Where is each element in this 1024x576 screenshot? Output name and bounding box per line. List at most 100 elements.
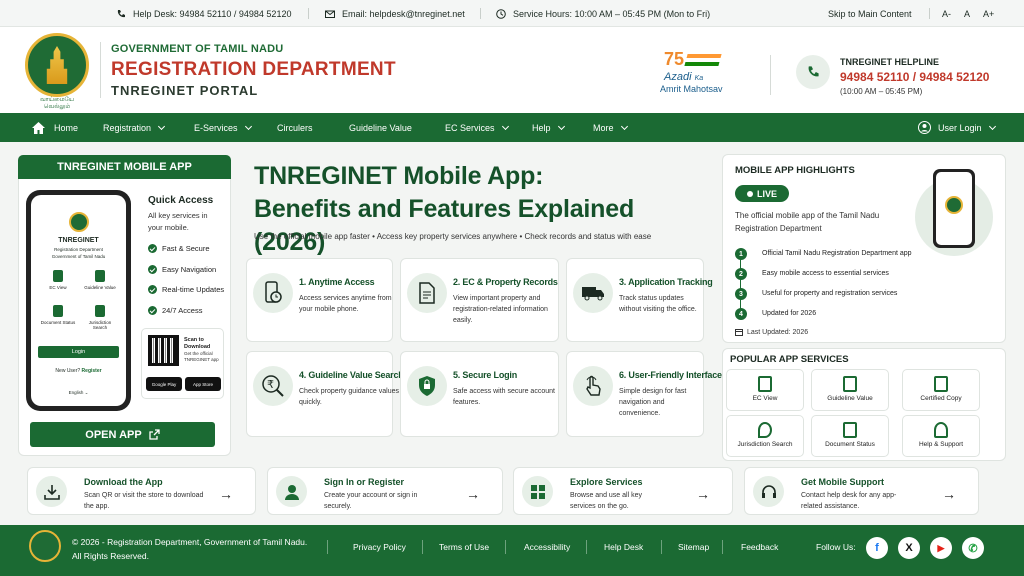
- headset-icon: [934, 422, 948, 438]
- highlight-item: Easy mobile access to essential services: [762, 270, 889, 277]
- service-jurisdiction-search[interactable]: Jurisdiction Search: [726, 415, 804, 457]
- service-guideline-value[interactable]: Guideline Value: [811, 369, 889, 411]
- action-mobile-support[interactable]: Get Mobile Support Contact help desk for …: [744, 467, 979, 515]
- quick-access-item: Real-time Updates: [148, 285, 224, 294]
- arrow-right-icon: →: [696, 486, 710, 502]
- action-sign-in-register[interactable]: Sign In or Register Create your account o…: [267, 467, 503, 515]
- mail-icon: [325, 10, 335, 18]
- nav-ec-services[interactable]: EC Services: [445, 113, 509, 142]
- facebook-icon[interactable]: f: [866, 537, 888, 559]
- helpline-numbers[interactable]: 94984 52110 / 94984 52120: [840, 70, 989, 84]
- phone-emblem-icon: [69, 212, 89, 232]
- footer-link-sitemap[interactable]: Sitemap: [678, 542, 709, 552]
- user-icon: [918, 121, 931, 134]
- government-label: GOVERNMENT OF TAMIL NADU: [111, 43, 284, 55]
- nav-circulers[interactable]: Circulers: [277, 113, 313, 142]
- quick-access-title: Quick Access: [148, 195, 214, 206]
- live-badge: LIVE: [735, 185, 789, 202]
- service-help-support[interactable]: Help & Support: [902, 415, 980, 457]
- phone-illustration: [933, 169, 975, 248]
- footer-link-terms[interactable]: Terms of Use: [439, 542, 489, 552]
- service-certified-copy[interactable]: Certified Copy: [902, 369, 980, 411]
- font-increase-button[interactable]: A+: [983, 0, 994, 27]
- site-footer: © 2026 - Registration Department, Govern…: [0, 525, 1024, 576]
- footer-emblem: [29, 530, 61, 562]
- qr-download-box: Scan to Download Get the official TNREGI…: [141, 328, 224, 399]
- grid-icon: [522, 476, 553, 507]
- action-explore-services[interactable]: Explore Services Browse and use all key s…: [513, 467, 733, 515]
- feature-card-application-tracking[interactable]: 3. Application Tracking Track status upda…: [566, 258, 713, 342]
- phone-mockup: TNREGINET Registration Department Govern…: [26, 190, 131, 411]
- footer-link-helpdesk[interactable]: Help Desk: [604, 542, 643, 552]
- tamil-nadu-emblem[interactable]: [25, 33, 89, 97]
- tap-hand-icon: [573, 366, 613, 406]
- shield-lock-icon: [407, 366, 447, 406]
- main-navigation: Home Registration E-Services Circulers G…: [0, 113, 1024, 142]
- nav-eservices[interactable]: E-Services: [194, 113, 252, 142]
- highlight-item: Updated for 2026: [762, 310, 817, 317]
- chevron-down-icon: [244, 122, 252, 130]
- font-normal-button[interactable]: A: [964, 0, 970, 27]
- google-play-badge[interactable]: Google Play: [146, 377, 182, 391]
- service-ec-view[interactable]: EC View: [726, 369, 804, 411]
- phone-icon: [117, 9, 125, 17]
- email-text[interactable]: Email: helpdesk@tnreginet.net: [342, 9, 465, 19]
- certificate-icon: [934, 376, 948, 392]
- open-app-button[interactable]: OPEN APP: [30, 422, 215, 447]
- helpline-title: TNREGINET HELPLINE: [840, 57, 940, 67]
- feature-card-secure-login[interactable]: 5. Secure Login Safe access with secure a…: [400, 351, 559, 437]
- follow-us-label: Follow Us:: [816, 542, 856, 552]
- footer-link-privacy[interactable]: Privacy Policy: [353, 542, 406, 552]
- phone-ec-view: EC View: [39, 267, 77, 297]
- arrow-right-icon: →: [942, 486, 956, 502]
- user-login-button[interactable]: User Login: [918, 113, 996, 142]
- svg-text:₹: ₹: [267, 378, 274, 391]
- step-number: 1: [735, 248, 747, 260]
- phone-document-status: Document Status: [39, 302, 77, 332]
- nav-home[interactable]: Home: [32, 113, 78, 142]
- nav-guideline-value[interactable]: Guideline Value: [349, 113, 412, 142]
- rights-reserved: All Rights Reserved.: [72, 551, 150, 561]
- document-icon: [758, 376, 772, 392]
- house-rupee-icon: [843, 376, 857, 392]
- feature-card-anytime-access[interactable]: 1. Anytime Access Access services anytime…: [246, 258, 393, 342]
- x-twitter-icon[interactable]: X: [898, 537, 920, 559]
- action-download-app[interactable]: Download the App Scan QR or visit the sto…: [27, 467, 256, 515]
- site-header: வாய்மையே வெல்லும் GOVERNMENT OF TAMIL NA…: [0, 27, 1024, 113]
- feature-card-guideline-value-search[interactable]: ₹ 4. Guideline Value Search Check propert…: [246, 351, 404, 437]
- page-title: TNREGINET Mobile App: Benefits and Featur…: [254, 162, 635, 256]
- copyright: © 2026 - Registration Department, Govern…: [72, 537, 308, 547]
- feature-card-ec-property-records[interactable]: 2. EC & Property Records View important p…: [400, 258, 559, 342]
- last-updated: Last Updated: 2026: [735, 328, 808, 336]
- footer-link-accessibility[interactable]: Accessibility: [524, 542, 570, 552]
- highlights-title: MOBILE APP HIGHLIGHTS: [735, 165, 855, 176]
- check-icon: [148, 265, 157, 274]
- quick-access-item: Fast & Secure: [148, 244, 210, 253]
- azadi-ka-amrit-mahotsav-logo: 75 Azadi Ka Amrit Mahotsav: [660, 49, 723, 94]
- nav-more[interactable]: More: [593, 113, 628, 142]
- email-info: Email: helpdesk@tnreginet.net: [325, 0, 465, 27]
- hours-info: Service Hours: 10:00 AM – 05:45 PM (Mon …: [496, 0, 710, 27]
- delivery-truck-icon: [573, 273, 613, 313]
- arrow-right-icon: →: [219, 486, 233, 502]
- service-document-status[interactable]: Document Status: [811, 415, 889, 457]
- location-pin-icon: [758, 422, 772, 438]
- feature-card-user-friendly-interface[interactable]: 6. User-Friendly Interface Simple design …: [566, 351, 722, 437]
- font-decrease-button[interactable]: A-: [942, 0, 951, 27]
- app-store-badge[interactable]: App Store: [185, 377, 221, 391]
- department-title: REGISTRATION DEPARTMENT: [111, 59, 396, 80]
- nav-help[interactable]: Help: [532, 113, 565, 142]
- chevron-down-icon: [557, 122, 565, 130]
- nav-registration[interactable]: Registration: [103, 113, 166, 142]
- phone-login-button: Login: [38, 346, 119, 358]
- page-subtitle: Use the official mobile app faster • Acc…: [254, 232, 652, 241]
- skip-to-content-link[interactable]: Skip to Main Content: [828, 0, 912, 27]
- whatsapp-icon[interactable]: ✆: [962, 537, 984, 559]
- qr-code[interactable]: [148, 335, 179, 366]
- chevron-down-icon: [157, 122, 166, 130]
- youtube-icon[interactable]: ▶: [930, 537, 952, 559]
- portal-title: TNREGINET PORTAL: [111, 83, 259, 98]
- chevron-down-icon: [620, 122, 628, 130]
- check-icon: [148, 244, 157, 253]
- footer-link-feedback[interactable]: Feedback: [741, 542, 778, 552]
